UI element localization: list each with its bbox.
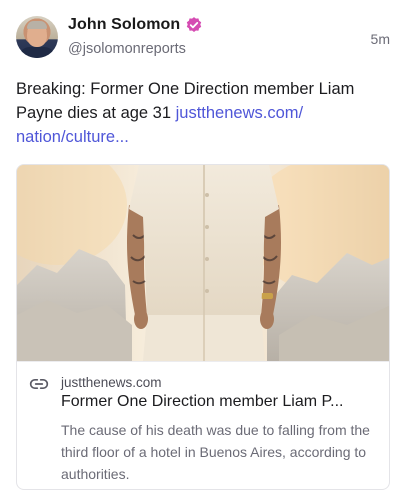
link-preview-title: Former One Direction member Liam P...	[61, 393, 344, 410]
link-preview-domain: justthenews.com	[61, 375, 162, 390]
author-handle[interactable]: @jsolomonreports	[68, 41, 186, 57]
link-preview-info[interactable]: justthenews.com Former One Direction mem…	[17, 361, 389, 489]
author-name[interactable]: John Solomon	[68, 16, 180, 34]
post-text: Breaking: Former One Direction member Li…	[16, 77, 391, 149]
post[interactable]: John Solomon @jsolomonreports 5m Breakin…	[0, 0, 407, 500]
post-timestamp[interactable]: 5m	[371, 31, 390, 47]
author-name-row: John Solomon	[68, 16, 203, 34]
link-preview-description: The cause of his death was due to fallin…	[61, 422, 370, 482]
link-preview-image[interactable]	[17, 165, 389, 361]
verified-badge-icon	[185, 16, 203, 34]
link-preview-card[interactable]: justthenews.com Former One Direction mem…	[16, 164, 390, 490]
avatar-shirt	[18, 47, 56, 58]
avatar-hair	[27, 21, 47, 29]
avatar[interactable]	[16, 16, 58, 58]
link-icon	[29, 374, 49, 394]
